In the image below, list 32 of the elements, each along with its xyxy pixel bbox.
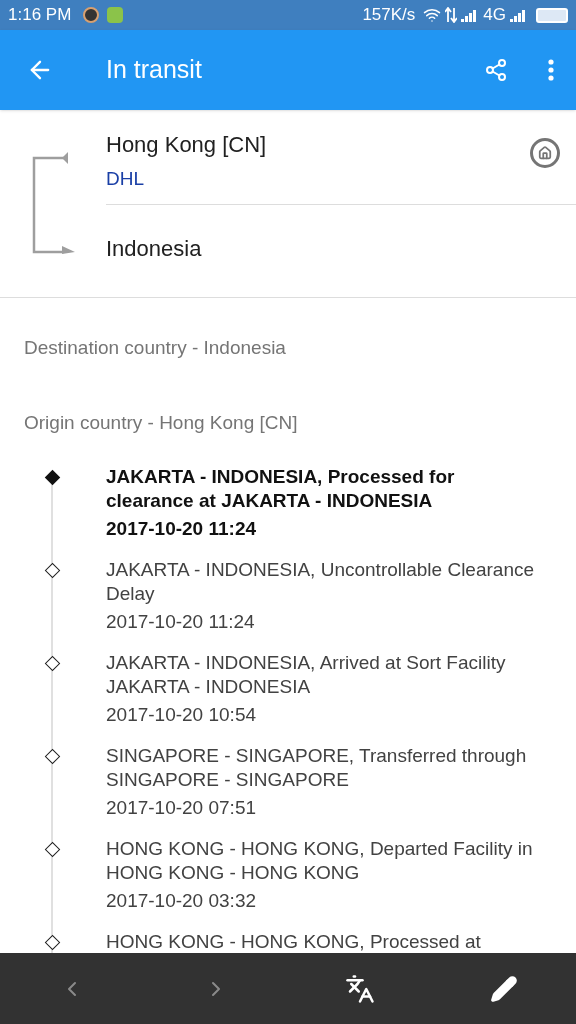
event-description: HONG KONG - HONG KONG, Departed Facility in HONG KONG - HONG KONG [106, 837, 534, 885]
event-time: 2017-10-20 10:54 [106, 703, 257, 727]
origin-location: Hong Kong [CN] [106, 131, 268, 159]
data-arrows-icon [445, 7, 458, 23]
event-description: SINGAPORE - SINGAPORE, Transferred through SINGAPORE - SINGAPORE [106, 744, 528, 792]
more-icon [548, 59, 554, 81]
app-notification-icon [107, 7, 124, 23]
event-time: 2017-10-20 11:24 [106, 517, 257, 541]
screen-title: In transit [106, 54, 203, 86]
carrier-name: DHL [106, 167, 145, 191]
event-time: 2017-10-20 11:24 [106, 610, 256, 634]
network-speed: 157K/s [362, 4, 416, 27]
app-notification-icon [83, 7, 100, 23]
status-time: 1:16 PM [8, 4, 72, 27]
destination-location: Indonesia [106, 234, 202, 263]
event-description: JAKARTA - INDONESIA, Uncontrollable Clearance Delay [106, 558, 536, 606]
event-time: 2017-10-20 03:32 [106, 889, 257, 913]
origin-note: Origin country - Hong Kong [CN] [24, 411, 298, 433]
home-button[interactable] [530, 138, 560, 168]
event-time: 2017-10-20 07:51 [106, 796, 257, 820]
battery-icon [536, 7, 568, 23]
home-icon [538, 146, 552, 160]
wifi-icon [423, 6, 442, 24]
share-icon [484, 58, 508, 82]
network-type: 4G [483, 4, 506, 27]
destination-note: Destination country - Indonesia [24, 337, 286, 358]
pencil-icon [490, 974, 518, 1003]
event-description: HONG KONG - HONG KONG, Processed at [106, 930, 482, 953]
event-description: JAKARTA - INDONESIA, Processed for clearance at JAKARTA - INDONESIA [106, 465, 456, 513]
event-description: JAKARTA - INDONESIA, Arrived at Sort Facility JAKARTA - INDONESIA [106, 651, 507, 699]
signal-icon [510, 8, 528, 22]
translate-icon [345, 973, 375, 1004]
